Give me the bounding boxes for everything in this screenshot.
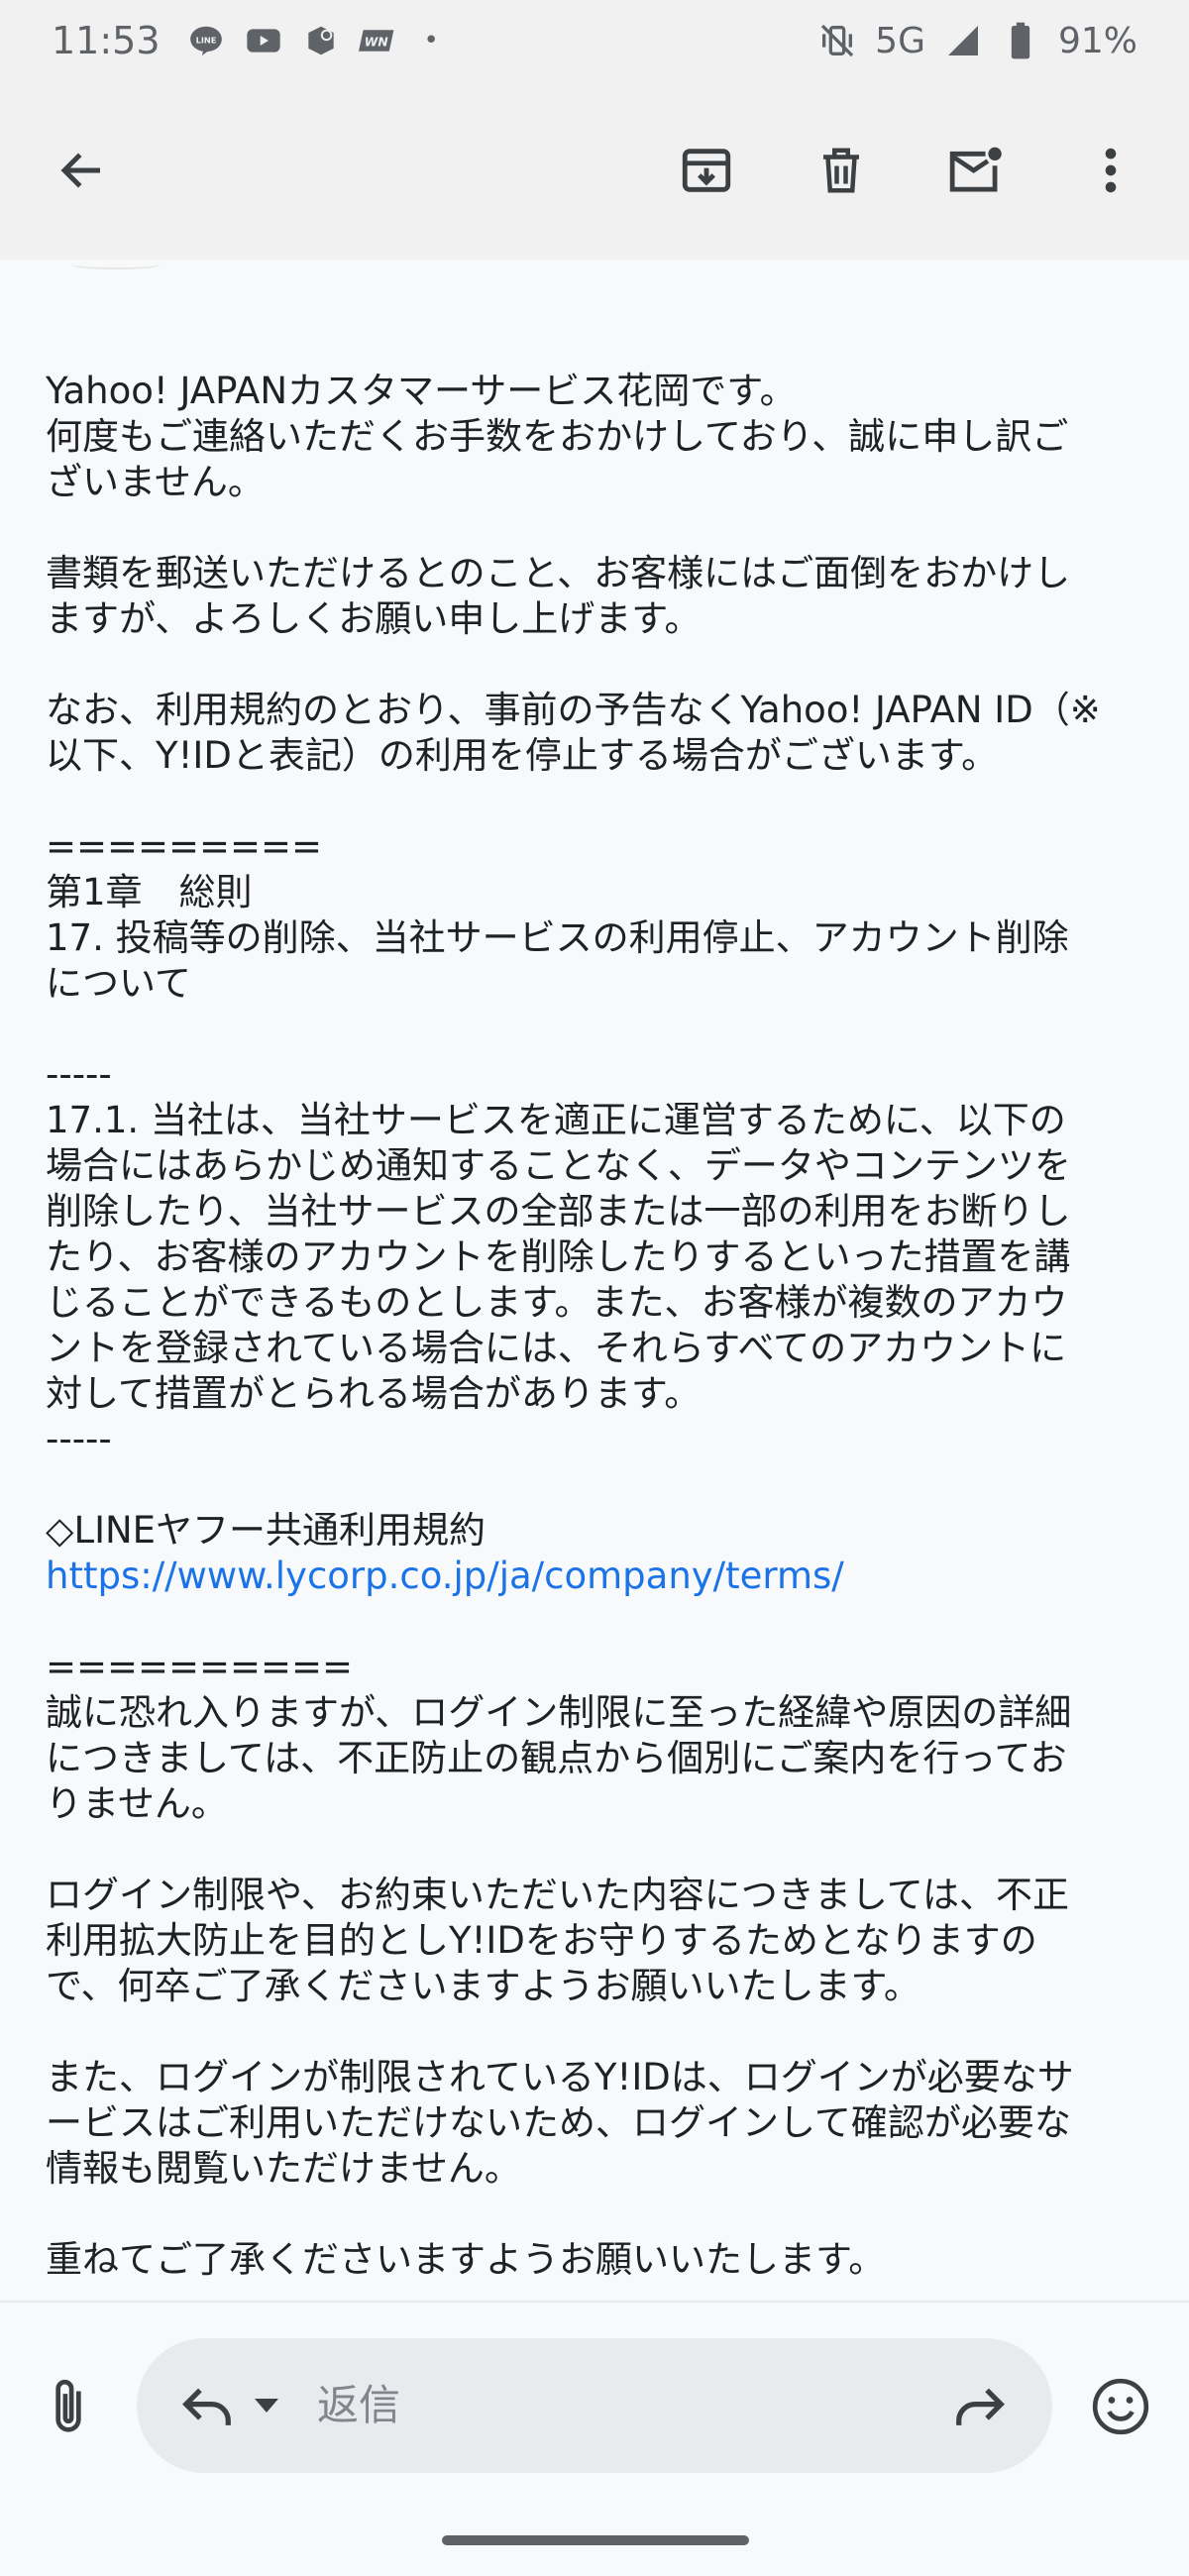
body-paragraph: ◇LINEヤフー共通利用規約 https://www.lycorp.co.jp/… [46,1508,1145,1599]
delete-icon[interactable] [803,132,880,209]
svg-text:WN: WN [364,35,388,49]
body-paragraph: 書類を郵送いただけるとのこと、お客様にはご面倒をおかけし ますが、よろしくお願い… [46,551,1145,642]
email-body: Yahoo! JAPANカスタマーサービス花岡です。 何度もご連絡いただくお手数… [46,369,1145,2301]
body-line: Yahoo! JAPANカスタマーサービス花岡です。 [46,370,797,412]
body-line: ログイン制限や、お約束いただいた内容につきましては、不正 [46,1874,1070,1916]
emoji-icon[interactable] [1086,2372,1155,2441]
line-icon: LINE [186,21,226,60]
body-line: 17. 投稿等の削除、当社サービスの利用停止、アカウント削除 [46,916,1069,959]
reply-placeholder[interactable]: 返信 [317,2378,400,2433]
network-type: 5G [875,20,925,61]
body-paragraph: なお、利用規約のとおり、事前の予告なくYahoo! JAPAN ID（※ 以下、… [46,688,1145,779]
signal-icon [943,21,983,60]
body-paragraph: また、ログインが制限されているY!IDは、ログインが必要なサ ービスはご利用いた… [46,2055,1145,2192]
body-line: じることができるものとします。また、お客様が複数のアカウ [46,1281,1068,1324]
body-line: 以下、Y!IDと表記）の利用を停止する場合がございます。 [46,734,999,777]
status-left: 11:53 LINE WN • [52,19,439,62]
body-line: なお、利用規約のとおり、事前の予告なくYahoo! JAPAN ID（※ [46,689,1101,731]
email-body-container[interactable]: Yahoo! JAPANカスタマーサービス花岡です。 何度もご連絡いただくお手数… [0,260,1189,2301]
body-line: ========== [46,1646,354,1688]
body-line: 第1章 総則 [46,871,253,913]
body-line: ざいません。 [46,461,265,503]
archive-icon[interactable] [668,132,745,209]
home-indicator[interactable] [442,2535,749,2545]
battery-percent: 91% [1057,20,1137,61]
forward-icon[interactable] [949,2376,1011,2437]
body-line: 重ねてご了承くださいますようお願いいたします。 [46,2238,886,2281]
body-line: 情報も閲覧いただけません。 [46,2147,521,2190]
body-paragraph: ログイン制限や、お約束いただいた内容につきましては、不正 利用拡大防止を目的とし… [46,1873,1145,2009]
body-line: ----- [46,1053,112,1096]
reply-icon[interactable] [176,2376,238,2437]
body-line: りません。 [46,1782,228,1825]
body-line: 何度もご連絡いただくお手数をおかけしており、誠に申し訳ご [46,415,1069,458]
status-time: 11:53 [52,19,161,62]
back-arrow-icon[interactable] [44,132,121,209]
battery-icon [1001,21,1040,60]
body-line: 誠に恐れ入りますが、ログイン制限に至った経緯や原因の詳細 [46,1691,1072,1734]
more-vert-icon[interactable] [1072,132,1149,209]
body-line: 17.1. 当社は、当社サービスを適正に運営するために、以下の [46,1099,1066,1141]
attachment-icon[interactable] [38,2376,99,2437]
body-paragraph: Yahoo! JAPANカスタマーサービス花岡です。 何度もご連絡いただくお手数… [46,369,1145,505]
wn-icon: WN [358,21,398,60]
body-line: について [46,962,191,1005]
body-line: 利用拡大防止を目的としY!IDをお守りするためとなりますの [46,1919,1037,1962]
body-line: ントを登録されている場合には、それらすべてのアカウントに [46,1327,1067,1369]
body-line: ◇LINEヤフー共通利用規約 [46,1509,486,1552]
terms-link[interactable]: https://www.lycorp.co.jp/ja/company/term… [46,1554,1145,1599]
body-paragraph: ----- 17.1. 当社は、当社サービスを適正に運営するために、以下の 場合… [46,1052,1145,1462]
youtube-icon [244,21,283,60]
message-toolbar [0,81,1189,260]
body-line: また、ログインが制限されているY!IDは、ログインが必要なサ [46,2056,1074,2098]
body-line: 場合にはあらかじめ通知することなく、データやコンテンツを [46,1144,1071,1187]
mark-unread-icon[interactable] [937,132,1015,209]
chevron-down-icon[interactable] [250,2394,283,2417]
body-line: 書類を郵送いただけるとのこと、お客様にはご面倒をおかけし [46,552,1071,594]
body-line: ますが、よろしくお願い申し上げます。 [46,597,702,640]
body-line: たり、お客様のアカウントを削除したりするといった措置を講 [46,1235,1071,1278]
body-line: ービスはご利用いただけないため、ログインして確認が必要な [46,2101,1071,2144]
body-line: 削除したり、当社サービスの全部または一部の利用をお断りし [46,1190,1071,1233]
body-paragraph: ========= 第1章 総則 17. 投稿等の削除、当社サービスの利用停止、… [46,824,1145,1007]
app-icon [301,21,341,60]
reply-bar: 返信 [0,2303,1189,2501]
body-paragraph: 重ねてご了承くださいますようお願いいたします。 [46,2237,1145,2283]
reply-field[interactable]: 返信 [137,2338,1052,2473]
body-line: ----- [46,1418,112,1460]
body-paragraph: ========== 誠に恐れ入りますが、ログイン制限に至った経緯や原因の詳細 … [46,1645,1145,1827]
body-line: につきましては、不正防止の観点から個別にご案内を行ってお [46,1737,1067,1779]
status-right: 5G 91% [817,21,1137,61]
collapsed-header-edge [71,260,161,269]
notification-dot: • [423,26,439,55]
toolbar-actions [668,132,1149,209]
status-bar: 11:53 LINE WN • 5G 91% [0,0,1189,81]
body-line: 対して措置がとられる場合があります。 [46,1372,702,1415]
svg-text:LINE: LINE [195,35,216,45]
body-line: ========= [46,825,323,868]
body-line: で、何卒ご了承くださいますようお願いいたします。 [46,1965,920,2007]
vibrate-off-icon [817,21,857,60]
